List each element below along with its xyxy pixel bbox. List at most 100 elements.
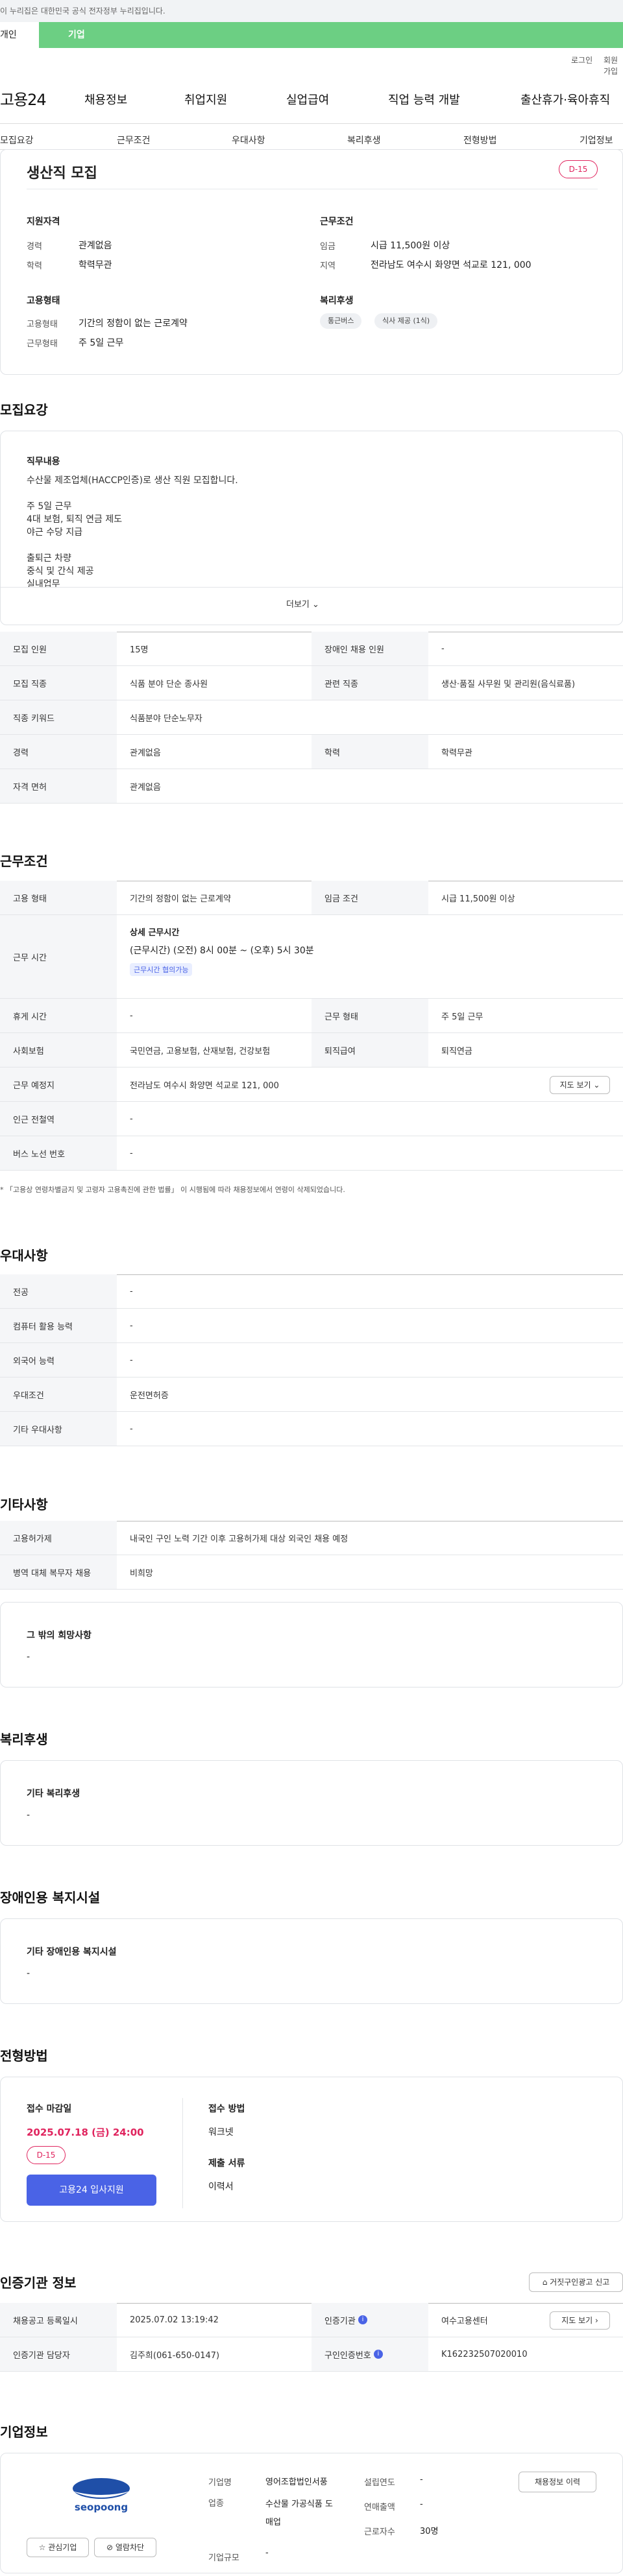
company-logo: seopoong xyxy=(59,2473,143,2514)
table-cell: 2025.07.02 13:19:42 xyxy=(130,2315,219,2325)
table-cell: - xyxy=(130,1148,133,1158)
disability-box: 기타 장애인용 복지시설 - xyxy=(0,1918,623,2004)
company-field-label: 연매출액 xyxy=(364,2503,395,2512)
work-label: 지역 xyxy=(320,261,336,271)
section-title-disability: 장애인용 복지시설 xyxy=(0,1890,101,1905)
apply-button[interactable]: 고용24 입사지원 xyxy=(27,2175,156,2206)
subnav-recruit[interactable]: 모집요강 xyxy=(0,134,34,147)
more-button[interactable]: 더보기 ⌄ xyxy=(286,597,319,610)
table-row: 근무 시간 상세 근무시간 (근무시간) (오전) 8시 00분 ~ (오후) … xyxy=(0,915,623,999)
table-cell: 김주희(061-650-0147) xyxy=(130,2350,220,2361)
table-row: 채용공고 등록일시 2025.07.02 13:19:42 인증기관 i 여수고… xyxy=(0,2303,623,2337)
table-header: 휴게 시간 xyxy=(0,999,117,1032)
duty-card: 직무내용 수산물 제조업체(HACCP인증)로 생산 직원 모집합니다. 주 5… xyxy=(0,431,623,625)
welfare-box: 기타 복리후생 - xyxy=(0,1760,623,1846)
table-cell: 국민연금, 고용보험, 산재보험, 건강보험 xyxy=(130,1046,271,1056)
table-cell: 주 5일 근무 xyxy=(441,1012,483,1022)
duty-line: 4대 보험, 퇴직 연금 제도 xyxy=(27,514,123,525)
section-title-recruit: 모집요강 xyxy=(0,402,48,418)
table-row: 인증기관 담당자 김주희(061-650-0147) 구인인증번호 i K162… xyxy=(0,2337,623,2372)
screening-card: 접수 마감일 2025.07.18 (금) 24:00 D-15 고용24 입사… xyxy=(0,2077,623,2222)
summary-card: 생산직 모집 D-15 지원자격 경력 관계없음 학력 학력무관 근무조건 임금… xyxy=(0,149,623,375)
table-row: 외국어 능력 - xyxy=(0,1343,623,1377)
gnb-employment-support[interactable]: 취업지원 xyxy=(184,91,227,108)
company-field-label: 근로자수 xyxy=(364,2527,395,2537)
subnav-welfare[interactable]: 복리후생 xyxy=(347,134,381,147)
duty-line xyxy=(27,487,585,500)
deadline-value: 2025.07.18 (금) 24:00 xyxy=(27,2127,144,2138)
box-value: - xyxy=(27,1968,31,1979)
block-company-button[interactable]: ⊘ 열람차단 xyxy=(94,2538,156,2557)
fav-company-button[interactable]: ☆ 관심기업 xyxy=(27,2538,89,2557)
company-field-value: 30명 xyxy=(420,2527,439,2536)
gnb-jobs[interactable]: 채용정보 xyxy=(84,91,127,108)
duty-line: 실내업무 xyxy=(27,579,60,590)
subnav-company[interactable]: 기업정보 xyxy=(580,134,613,147)
map-button[interactable]: 지도 보기 ⌄ xyxy=(550,1076,610,1094)
table-row: 기타 우대사항 - xyxy=(0,1412,623,1446)
duty-content: 수산물 제조업체(HACCP인증)로 생산 직원 모집합니다. 주 5일 근무 … xyxy=(27,474,585,591)
qual-value: 관계없음 xyxy=(79,241,112,251)
company-field-value: - xyxy=(420,2475,423,2485)
table-header: 퇴직급여 xyxy=(312,1033,428,1067)
table-header: 전공 xyxy=(0,1274,117,1308)
table-cell: 내국인 구인 노력 기간 이후 고용허가제 대상 외국인 채용 예정 xyxy=(130,1534,348,1544)
table-row: 모집 직종 식품 분야 단순 종사원 관련 직종 생산·품질 사무원 및 관리원… xyxy=(0,666,623,700)
svg-text:seopoong: seopoong xyxy=(75,2501,128,2513)
tab-personal[interactable]: 개인 xyxy=(0,22,39,48)
table-row: 휴게 시간 - 근무 형태 주 5일 근무 xyxy=(0,999,623,1033)
emp-label: 근무형태 xyxy=(27,339,58,349)
table-header: 학력 xyxy=(312,735,428,769)
table-header: 우대조건 xyxy=(0,1377,117,1411)
gnb-vocational-training[interactable]: 직업 능력 개발 xyxy=(388,91,460,108)
site-logo[interactable]: 고용24 xyxy=(0,87,47,110)
table-header: 인증기관 i xyxy=(312,2303,428,2337)
table-header: 인근 전철역 xyxy=(0,1102,117,1136)
qual-label: 경력 xyxy=(27,242,42,252)
welfare-chip: 식사 제공 (1식) xyxy=(374,313,438,329)
table-cell: 15명 xyxy=(130,645,149,655)
table-cell: 비희망 xyxy=(130,1568,153,1579)
subnav-screening[interactable]: 전형방법 xyxy=(463,134,497,147)
gnb-parental-leave[interactable]: 출산휴가·육아휴직 xyxy=(520,91,610,108)
chevron-down-icon: ⌄ xyxy=(312,600,319,610)
method-label: 접수 방법 xyxy=(208,2104,245,2114)
table-header: 임금 조건 xyxy=(312,881,428,914)
table-header: 근무 시간 xyxy=(0,915,117,998)
subnav-preferences[interactable]: 우대사항 xyxy=(232,134,265,147)
table-row: 사회보험 국민연금, 고용보험, 산재보험, 건강보험 퇴직급여 퇴직연금 xyxy=(0,1033,623,1067)
emp-value: 주 5일 근무 xyxy=(79,338,124,348)
hours-detail: (근무시간) (오전) 8시 00분 ~ (오후) 5시 30분 xyxy=(130,946,314,956)
gov-notice-bar: 이 누리집은 대한민국 공식 전자정부 누리집입니다. xyxy=(0,0,623,22)
job-history-button[interactable]: 채용정보 이력 xyxy=(519,2472,596,2492)
box-value: - xyxy=(27,1652,31,1662)
table-header: 근무 예정지 xyxy=(0,1067,117,1101)
company-field-label: 설립연도 xyxy=(364,2478,395,2488)
agency-map-button[interactable]: 지도 보기 › xyxy=(550,2311,610,2330)
table-cell: 운전면허증 xyxy=(130,1390,169,1401)
section-title-agency: 인증기관 정보 xyxy=(0,2275,77,2291)
login-link[interactable]: 로그인 xyxy=(571,54,592,66)
box-title: 기타 장애인용 복지시설 xyxy=(27,1947,117,1957)
info-icon[interactable]: i xyxy=(373,2350,383,2359)
gnb-unemployment-benefit[interactable]: 실업급여 xyxy=(286,91,329,108)
emp-heading: 고용형태 xyxy=(27,296,60,306)
table-cell: 퇴직연금 xyxy=(441,1046,472,1056)
table-cell: - xyxy=(130,1424,133,1434)
company-field-value: 수산물 가공식품 도매업 xyxy=(265,2499,333,2527)
info-icon[interactable]: i xyxy=(358,2315,367,2324)
table-header: 병역 대체 복무자 채용 xyxy=(0,1555,117,1589)
report-button[interactable]: ⌂ 거짓구인광고 신고 xyxy=(529,2272,623,2292)
section-title-company: 기업정보 xyxy=(0,2424,48,2440)
signup-link[interactable]: 회원가입 xyxy=(604,54,623,77)
duty-line: 출퇴근 차량 xyxy=(27,553,71,564)
table-cell: - xyxy=(441,643,445,654)
table-header: 채용공고 등록일시 xyxy=(0,2303,117,2337)
table-header: 자격 면허 xyxy=(0,769,117,803)
table-header: 구인인증번호 i xyxy=(312,2337,428,2371)
table-cell: - xyxy=(130,1355,133,1365)
tab-company[interactable]: 기업 xyxy=(39,22,623,48)
table-cell: 여수고용센터 xyxy=(441,2316,488,2326)
subnav-conditions[interactable]: 근무조건 xyxy=(117,134,151,147)
work-label: 임금 xyxy=(320,242,336,252)
